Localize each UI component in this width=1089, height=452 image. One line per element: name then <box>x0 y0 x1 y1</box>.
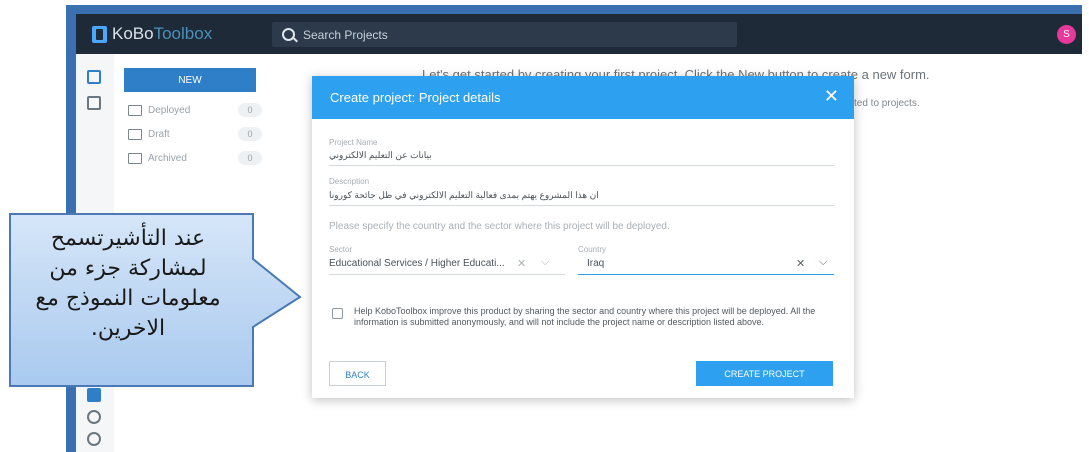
field-underline <box>329 274 565 275</box>
avatar[interactable]: S <box>1057 25 1076 44</box>
empty-state-subtext: ted to projects. <box>854 98 920 109</box>
callout-line: لمشاركة جزء من <box>49 256 207 281</box>
sector-label: Sector <box>329 245 353 254</box>
callout-annotation: عند التأشيرتسمح لمشاركة جزء من معلومات ا… <box>10 224 246 344</box>
field-underline <box>329 165 834 166</box>
modal-header: Create project: Project details ✕ <box>312 76 854 119</box>
callout-line: معلومات النموذج مع <box>35 286 221 311</box>
chevron-down-icon[interactable]: ⌵ <box>541 256 549 269</box>
support-icon[interactable] <box>87 410 101 424</box>
chevron-down-icon[interactable]: ⌵ <box>819 256 827 269</box>
sector-select[interactable]: Educational Services / Higher Educati... <box>329 258 505 269</box>
field-underline <box>329 205 834 206</box>
clear-sector-icon[interactable]: ✕ <box>517 257 526 270</box>
description-label: Description <box>329 177 370 186</box>
create-project-button[interactable]: CREATE PROJECT <box>696 361 833 386</box>
consent-text: Help KoboToolbox improve this product by… <box>354 306 816 327</box>
share-data-checkbox[interactable] <box>332 308 343 319</box>
field-underline-active <box>578 274 834 275</box>
close-icon[interactable]: ✕ <box>824 86 839 106</box>
callout-line: الاخرين. <box>90 316 166 341</box>
callout-line: عند التأشيرتسمح <box>50 226 206 251</box>
clear-country-icon[interactable]: ✕ <box>796 257 805 270</box>
modal-title: Create project: Project details <box>330 90 501 105</box>
search-bar[interactable]: Search Projects <box>272 22 737 47</box>
github-icon[interactable] <box>87 432 101 446</box>
description-field[interactable]: ان هذا المشروع يهتم بمدى فعالية التعليم … <box>329 190 599 201</box>
project-name-label: Project Name <box>329 138 378 147</box>
project-name-field[interactable]: بيانات عن التعليم الالكتروني <box>329 150 432 161</box>
back-button[interactable]: BACK <box>329 361 386 386</box>
country-label: Country <box>578 245 607 254</box>
create-project-modal: Create project: Project details ✕ Projec… <box>312 76 854 398</box>
location-hint: Please specify the country and the secto… <box>329 221 670 232</box>
country-select[interactable]: Iraq <box>587 258 604 269</box>
